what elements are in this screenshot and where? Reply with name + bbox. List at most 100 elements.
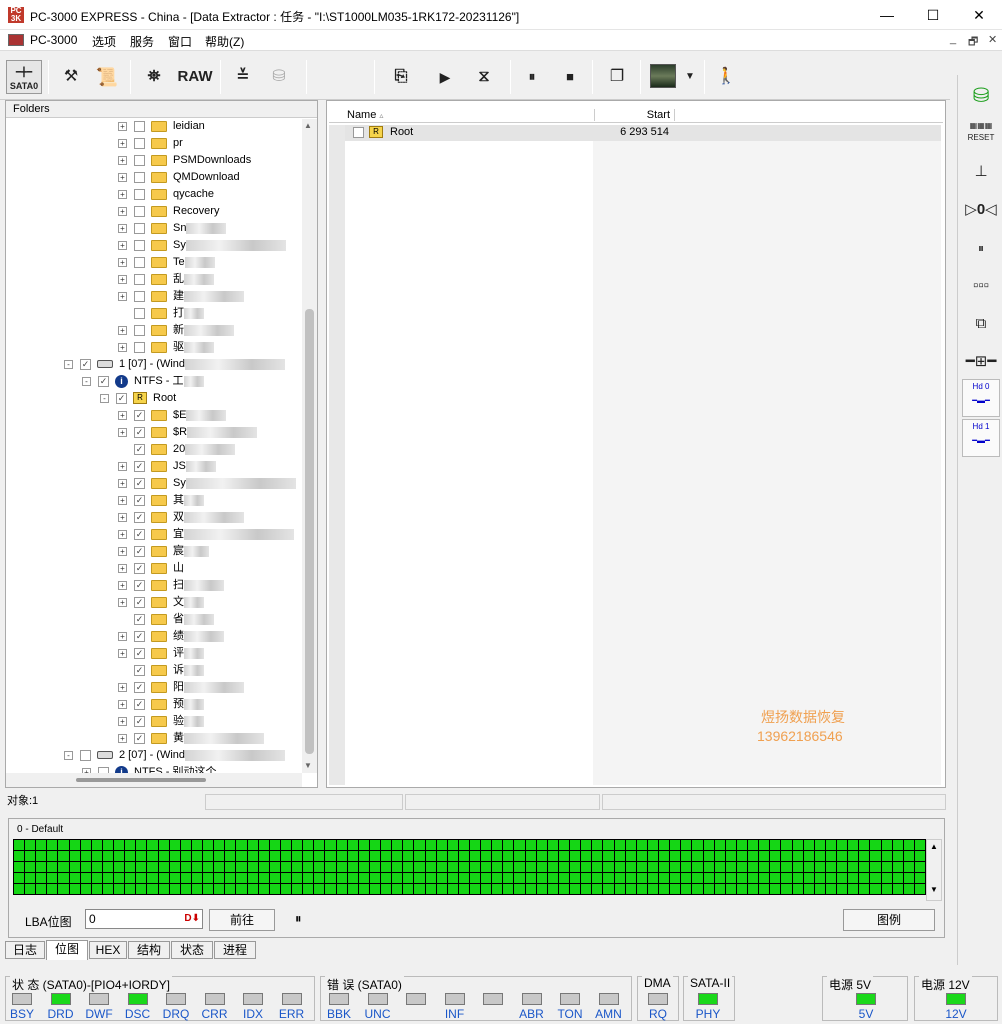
tree-checkbox[interactable]: ✓ xyxy=(134,613,145,625)
maximize-button[interactable]: ☐ xyxy=(910,0,956,30)
lba-input[interactable]: 0 D⬇ xyxy=(85,909,203,929)
tree-node[interactable]: - ✓ 1 [07] - (Wind xyxy=(64,356,286,373)
tree-checkbox[interactable]: ✓ xyxy=(80,358,91,370)
copy-delete-icon[interactable]: ⧉ xyxy=(962,309,1000,339)
scrollbar-thumb[interactable] xyxy=(76,778,206,782)
scroll-down-icon[interactable]: ▼ xyxy=(927,885,941,894)
scroll-icon[interactable]: 📜 xyxy=(92,60,122,94)
scroll-down-icon[interactable]: ▼ xyxy=(304,761,312,770)
tree-checkbox[interactable]: ✓ xyxy=(134,681,145,693)
tree-node[interactable]: + ✓ JS xyxy=(118,458,216,475)
zero-fill-icon[interactable]: ▷0◁ xyxy=(962,195,1000,225)
tree-node[interactable]: + ✓ 双 xyxy=(118,509,244,526)
tree-node[interactable]: + PSMDownloads xyxy=(118,152,251,169)
column-name[interactable]: Name ▵ xyxy=(347,109,595,121)
tree-node[interactable]: + 乱 xyxy=(118,271,214,288)
scroll-up-icon[interactable]: ▲ xyxy=(927,842,941,851)
tree-node[interactable]: + Te xyxy=(118,254,215,271)
tree-node[interactable]: + ✓ 宸 xyxy=(118,543,209,560)
menu-options[interactable]: 选项 xyxy=(92,33,116,50)
expand-icon[interactable]: + xyxy=(118,495,127,505)
tools-icon[interactable]: ⚒ xyxy=(56,60,86,94)
sata-port-button[interactable]: ━╋━ SATA0 xyxy=(6,60,42,94)
exit-icon[interactable]: 🚶 xyxy=(712,60,740,94)
tree-checkbox[interactable]: ✓ xyxy=(134,562,145,574)
expand-icon[interactable]: + xyxy=(118,563,127,573)
collapse-icon[interactable]: - xyxy=(64,359,73,369)
head-map-icon[interactable]: ⊥ xyxy=(962,157,1000,187)
tree-node[interactable]: + Sn xyxy=(118,220,227,237)
tree-checkbox[interactable]: ✓ xyxy=(134,579,145,591)
tree-horizontal-scrollbar[interactable] xyxy=(6,773,302,787)
mdi-restore-button[interactable]: 🗗 xyxy=(968,33,978,52)
tree-checkbox[interactable] xyxy=(134,239,145,251)
tree-checkbox[interactable]: ✓ xyxy=(134,511,145,523)
expand-icon[interactable]: + xyxy=(118,206,127,216)
expand-icon[interactable]: + xyxy=(118,189,127,199)
sector-map-icon[interactable]: ▫▫▫ xyxy=(962,271,1000,301)
tree-node[interactable]: + pr xyxy=(118,135,183,152)
tab-bitmap[interactable]: 位图 xyxy=(46,940,88,960)
tree-node[interactable]: + ✓ 预 xyxy=(118,696,204,713)
app-menu-icon[interactable] xyxy=(8,34,24,46)
tree-node[interactable]: + ✓ 扫 xyxy=(118,577,224,594)
power-12v-indicator[interactable]: 电源 12V 12V xyxy=(914,976,998,1021)
expand-icon[interactable]: + xyxy=(118,478,127,488)
expand-icon[interactable]: + xyxy=(118,699,127,709)
expand-icon[interactable]: + xyxy=(118,682,127,692)
minimize-button[interactable]: — xyxy=(864,0,910,30)
sector-bitmap-grid[interactable] xyxy=(13,839,926,895)
tree-node[interactable]: + qycache xyxy=(118,186,214,203)
tree-node[interactable]: + ✓ 黄 xyxy=(118,730,264,747)
open-task-icon[interactable]: ⎘ xyxy=(386,60,416,94)
column-start[interactable]: Start xyxy=(595,109,675,121)
menu-pc3000[interactable]: PC-3000 xyxy=(30,33,77,47)
expand-icon[interactable]: + xyxy=(118,529,127,539)
tree-checkbox[interactable] xyxy=(134,154,145,166)
scrollbar-thumb[interactable] xyxy=(305,309,314,754)
tree-checkbox[interactable]: ✓ xyxy=(116,392,127,404)
tree-checkbox[interactable]: ✓ xyxy=(134,715,145,727)
tree-checkbox[interactable]: ✓ xyxy=(134,732,145,744)
tree-checkbox[interactable]: ✓ xyxy=(134,426,145,438)
tree-vertical-scrollbar[interactable]: ▲ ▼ xyxy=(302,119,317,773)
expand-icon[interactable]: + xyxy=(118,733,127,743)
tree-checkbox[interactable]: ✓ xyxy=(134,664,145,676)
row-checkbox[interactable] xyxy=(353,127,364,138)
tree-node[interactable]: + ✓ 其 xyxy=(118,492,204,509)
tree-node[interactable]: + i NTFS - 别动这个 xyxy=(82,764,217,773)
expand-icon[interactable]: + xyxy=(118,342,127,352)
tree-node[interactable]: - ✓ R Root xyxy=(100,390,176,407)
goto-button[interactable]: 前往 xyxy=(209,909,275,931)
mdi-minimize-button[interactable]: _ xyxy=(950,33,956,45)
tree-node[interactable]: + Sy xyxy=(118,237,286,254)
tree-node[interactable]: 打 xyxy=(118,305,204,322)
expand-icon[interactable]: + xyxy=(118,291,127,301)
table-row[interactable]: R Root 6 293 514 xyxy=(345,125,941,141)
tree-node[interactable]: + 新 xyxy=(118,322,234,339)
expand-icon[interactable]: + xyxy=(118,580,127,590)
expand-icon[interactable]: + xyxy=(118,512,127,522)
menu-service[interactable]: 服务 xyxy=(130,33,154,50)
expand-icon[interactable]: + xyxy=(118,155,127,165)
tree-checkbox[interactable] xyxy=(80,749,91,761)
raw-button[interactable]: RAW xyxy=(176,60,214,94)
tree-node[interactable]: + 驱 xyxy=(118,339,214,356)
tree-checkbox[interactable] xyxy=(134,256,145,268)
binoculars-icon[interactable]: ⛯ xyxy=(138,60,170,94)
expand-icon[interactable]: + xyxy=(118,172,127,182)
disk-export-icon[interactable]: ⛁ xyxy=(264,60,294,94)
tree-checkbox[interactable] xyxy=(134,307,145,319)
pc3000-icon[interactable]: PC 3K xyxy=(8,7,24,23)
collapse-icon[interactable]: - xyxy=(100,393,109,403)
tab-hex[interactable]: HEX xyxy=(89,941,127,959)
tree-node[interactable]: + ✓ 山 xyxy=(118,560,184,577)
pause-button[interactable]: ⏸ xyxy=(295,911,302,927)
tree-checkbox[interactable]: ✓ xyxy=(134,630,145,642)
tree-checkbox[interactable] xyxy=(134,273,145,285)
power-5v-indicator[interactable]: 电源 5V 5V xyxy=(822,976,908,1021)
bitmap-scrollbar[interactable]: ▲ ▼ xyxy=(926,839,942,901)
tree-checkbox[interactable]: ✓ xyxy=(134,545,145,557)
mdi-close-button[interactable]: ✕ xyxy=(988,33,997,46)
tree-checkbox[interactable]: ✓ xyxy=(134,409,145,421)
